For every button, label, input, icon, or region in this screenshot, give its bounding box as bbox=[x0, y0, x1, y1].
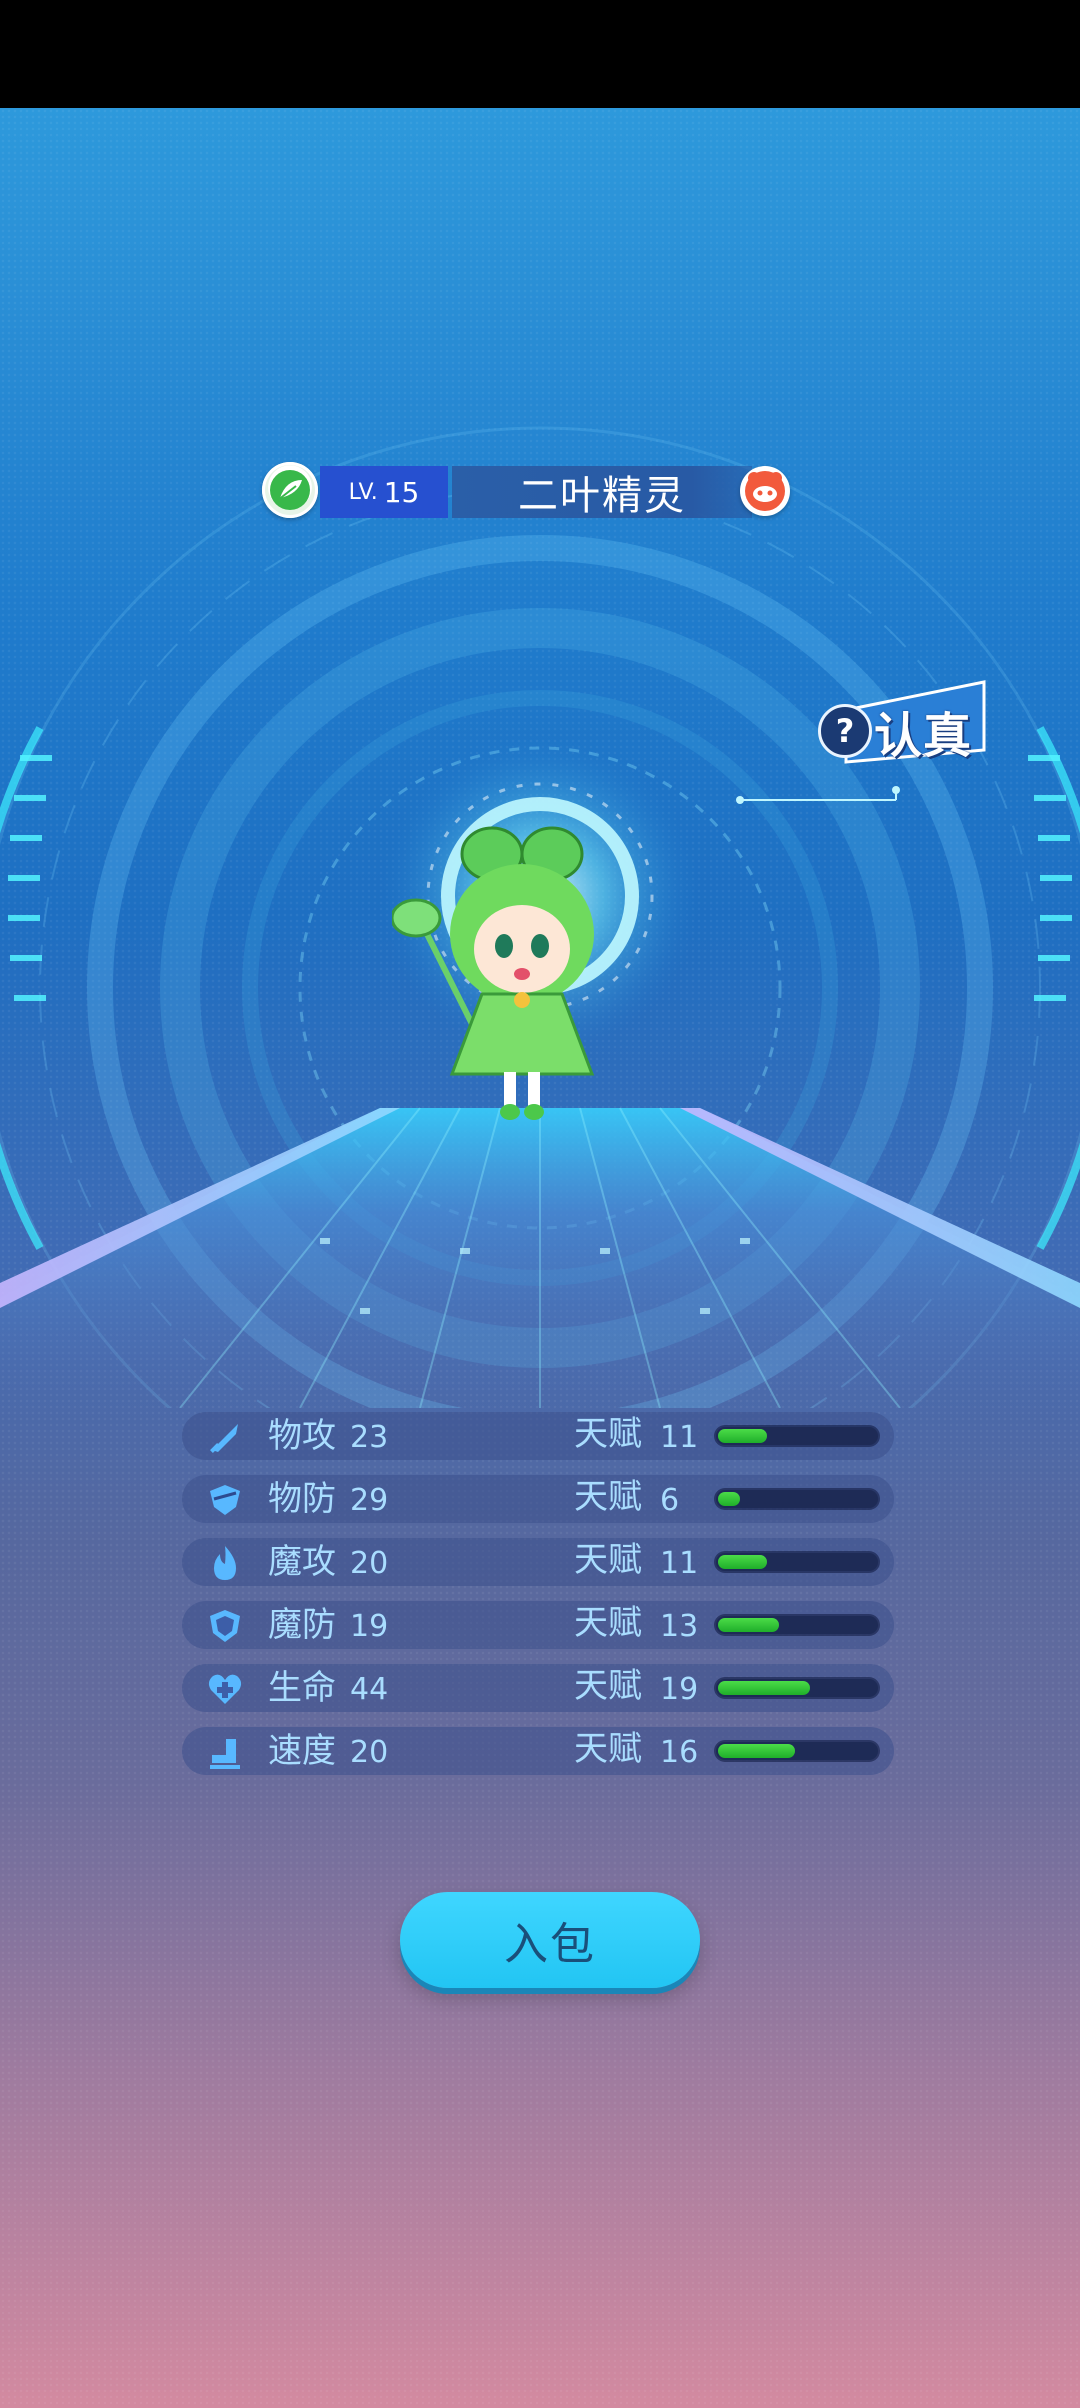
talent-value: 19 bbox=[660, 1672, 699, 1707]
stat-row-physical-attack: 物攻 23 天赋 11 bbox=[182, 1412, 894, 1460]
level-value: 15 bbox=[383, 475, 420, 509]
stat-value: 23 bbox=[350, 1420, 389, 1455]
leaf-sprite-character[interactable] bbox=[392, 814, 652, 1134]
pet-header: LV. 15 二叶精灵 bbox=[262, 462, 794, 519]
talent-value: 11 bbox=[660, 1420, 699, 1455]
personality-pointer-line bbox=[736, 786, 900, 804]
status-bar bbox=[0, 0, 1080, 108]
talent-label: 天赋 bbox=[574, 1540, 642, 1580]
talent-label: 天赋 bbox=[574, 1414, 642, 1454]
personality-tag[interactable]: ? 认真 bbox=[816, 680, 988, 764]
sword-icon bbox=[210, 1424, 238, 1453]
stat-row-health: 生命 44 天赋 19 bbox=[182, 1664, 894, 1712]
game-screen: LV. 15 二叶精灵 ? 认真 物攻 23 天赋 11 物防 29 天赋 6 … bbox=[0, 0, 1080, 2408]
talent-bar-fill bbox=[718, 1555, 768, 1569]
stat-value: 19 bbox=[350, 1609, 389, 1644]
talent-label: 天赋 bbox=[574, 1477, 642, 1517]
stat-name: 速度 bbox=[268, 1731, 336, 1771]
talent-bar-fill bbox=[718, 1618, 779, 1632]
pet-avatar-icon[interactable] bbox=[740, 466, 790, 516]
stat-name: 魔攻 bbox=[268, 1542, 336, 1582]
talent-value: 13 bbox=[660, 1609, 699, 1644]
stat-name: 魔防 bbox=[268, 1605, 336, 1645]
pet-name: 二叶精灵 bbox=[452, 466, 752, 519]
talent-label: 天赋 bbox=[574, 1729, 642, 1769]
help-icon[interactable]: ? bbox=[818, 704, 872, 758]
magic-shield-icon bbox=[210, 1610, 240, 1642]
heart-plus-icon bbox=[208, 1674, 242, 1704]
level-prefix: LV. bbox=[348, 479, 378, 505]
talent-bar bbox=[716, 1742, 878, 1760]
talent-bar bbox=[716, 1553, 878, 1571]
talent-value: 16 bbox=[660, 1735, 699, 1770]
boot-icon bbox=[210, 1739, 240, 1769]
talent-label: 天赋 bbox=[574, 1603, 642, 1643]
grass-type-icon bbox=[262, 462, 318, 518]
talent-value: 11 bbox=[660, 1546, 699, 1581]
talent-bar bbox=[716, 1490, 878, 1508]
talent-value: 6 bbox=[660, 1483, 680, 1518]
add-to-bag-button[interactable]: 入包 bbox=[400, 1892, 700, 1988]
stat-value: 20 bbox=[350, 1735, 389, 1770]
stat-row-magic-defense: 魔防 19 天赋 13 bbox=[182, 1601, 894, 1649]
stat-row-physical-defense: 物防 29 天赋 6 bbox=[182, 1475, 894, 1523]
talent-bar-fill bbox=[718, 1744, 795, 1758]
talent-bar-fill bbox=[718, 1429, 768, 1443]
stat-row-magic-attack: 魔攻 20 天赋 11 bbox=[182, 1538, 894, 1586]
fire-icon bbox=[214, 1546, 236, 1580]
stat-name: 生命 bbox=[268, 1668, 336, 1708]
talent-bar bbox=[716, 1427, 878, 1445]
stat-value: 44 bbox=[350, 1672, 389, 1707]
talent-bar bbox=[716, 1616, 878, 1634]
talent-bar bbox=[716, 1679, 878, 1697]
stat-value: 29 bbox=[350, 1483, 389, 1518]
stats-panel: 物攻 23 天赋 11 物防 29 天赋 6 魔攻 20 天赋 11 魔防 19… bbox=[182, 1412, 894, 1790]
personality-label: 认真 bbox=[874, 708, 973, 764]
stat-name: 物攻 bbox=[268, 1416, 336, 1456]
stat-name: 物防 bbox=[268, 1479, 336, 1519]
level-badge: LV. 15 bbox=[320, 466, 448, 518]
stat-row-speed: 速度 20 天赋 16 bbox=[182, 1727, 894, 1775]
stat-value: 20 bbox=[350, 1546, 389, 1581]
talent-bar-fill bbox=[718, 1681, 810, 1695]
shield-icon bbox=[210, 1485, 240, 1515]
talent-label: 天赋 bbox=[574, 1666, 642, 1706]
talent-bar-fill bbox=[718, 1492, 740, 1506]
